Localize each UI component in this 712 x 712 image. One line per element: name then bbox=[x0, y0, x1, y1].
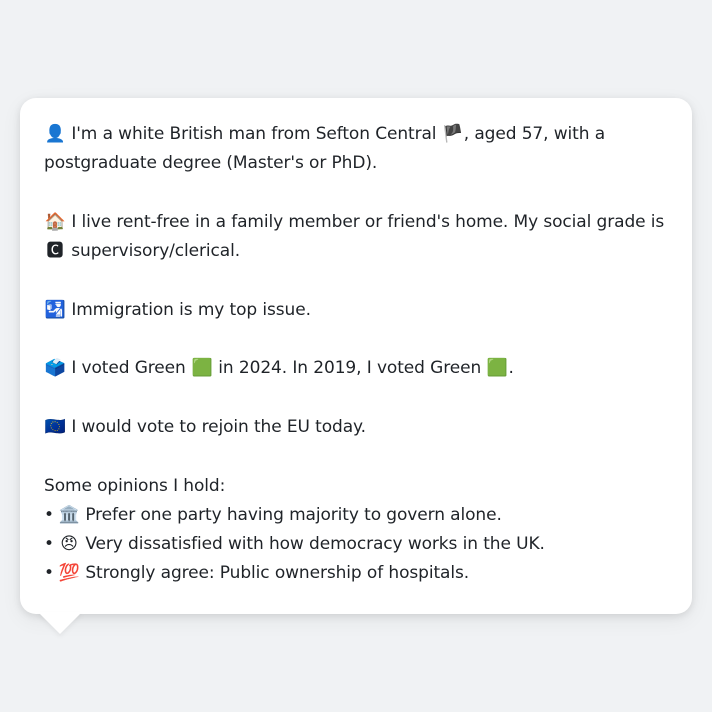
demographics-text-a: I'm a white British man from Sefton Cent… bbox=[71, 124, 442, 144]
hundred-points-icon: 💯 bbox=[58, 563, 80, 584]
demographics-paragraph: 👤 I'm a white British man from Sefton Ce… bbox=[44, 120, 668, 179]
classical-building-icon: 🏛️ bbox=[58, 504, 80, 525]
opinion-text: Strongly agree: Public ownership of hosp… bbox=[85, 563, 470, 584]
bullet-point: • bbox=[44, 563, 54, 584]
housing-paragraph: 🏠 I live rent-free in a family member or… bbox=[44, 208, 668, 267]
voting-text-b: in 2024. In 2019, I voted Green bbox=[213, 358, 487, 379]
voting-text-a: I voted Green bbox=[71, 358, 191, 379]
grade-c-badge-icon: 🅲 bbox=[46, 241, 64, 262]
england-flag-icon: 🏴 bbox=[442, 124, 464, 144]
opinion-text: Prefer one party having majority to gove… bbox=[85, 504, 502, 525]
voting-paragraph: 🗳️ I voted Green 🟩 in 2024. In 2019, I v… bbox=[44, 354, 668, 383]
profile-message-bubble: 👤 I'm a white British man from Sefton Ce… bbox=[20, 98, 692, 614]
opinion-text: Very dissatisfied with how democracy wor… bbox=[85, 534, 545, 555]
top-issue-paragraph: 🛂 Immigration is my top issue. bbox=[44, 296, 668, 325]
opinion-item: • 😠 Very dissatisfied with how democracy … bbox=[44, 530, 668, 559]
eu-flag-icon: 🇪🇺 bbox=[44, 416, 66, 437]
angry-face-icon: 😠 bbox=[60, 534, 78, 555]
person-icon: 👤 bbox=[44, 124, 66, 144]
opinions-heading: Some opinions I hold: bbox=[44, 475, 226, 496]
eu-text: I would vote to rejoin the EU today. bbox=[71, 416, 366, 437]
profile-text: 👤 I'm a white British man from Sefton Ce… bbox=[44, 120, 668, 589]
top-issue-text: Immigration is my top issue. bbox=[71, 299, 311, 320]
bubble-tail bbox=[38, 612, 82, 634]
bullet-point: • bbox=[44, 534, 54, 555]
green-square-icon: 🟩 bbox=[191, 358, 213, 379]
passport-control-icon: 🛂 bbox=[44, 299, 66, 320]
bullet-point: • bbox=[44, 504, 54, 525]
housing-text-b: supervisory/clerical. bbox=[66, 241, 241, 262]
opinion-item: • 🏛️ Prefer one party having majority to … bbox=[44, 501, 668, 530]
voting-text-c: . bbox=[508, 358, 514, 379]
ballot-box-icon: 🗳️ bbox=[44, 358, 66, 379]
green-square-icon: 🟩 bbox=[486, 358, 508, 379]
opinions-section: Some opinions I hold: • 🏛️ Prefer one par… bbox=[44, 472, 668, 589]
housing-text-a: I live rent-free in a family member or f… bbox=[71, 211, 665, 232]
house-icon: 🏠 bbox=[44, 211, 66, 232]
opinion-item: • 💯 Strongly agree: Public ownership of h… bbox=[44, 559, 668, 588]
eu-paragraph: 🇪🇺 I would vote to rejoin the EU today. bbox=[44, 413, 668, 442]
